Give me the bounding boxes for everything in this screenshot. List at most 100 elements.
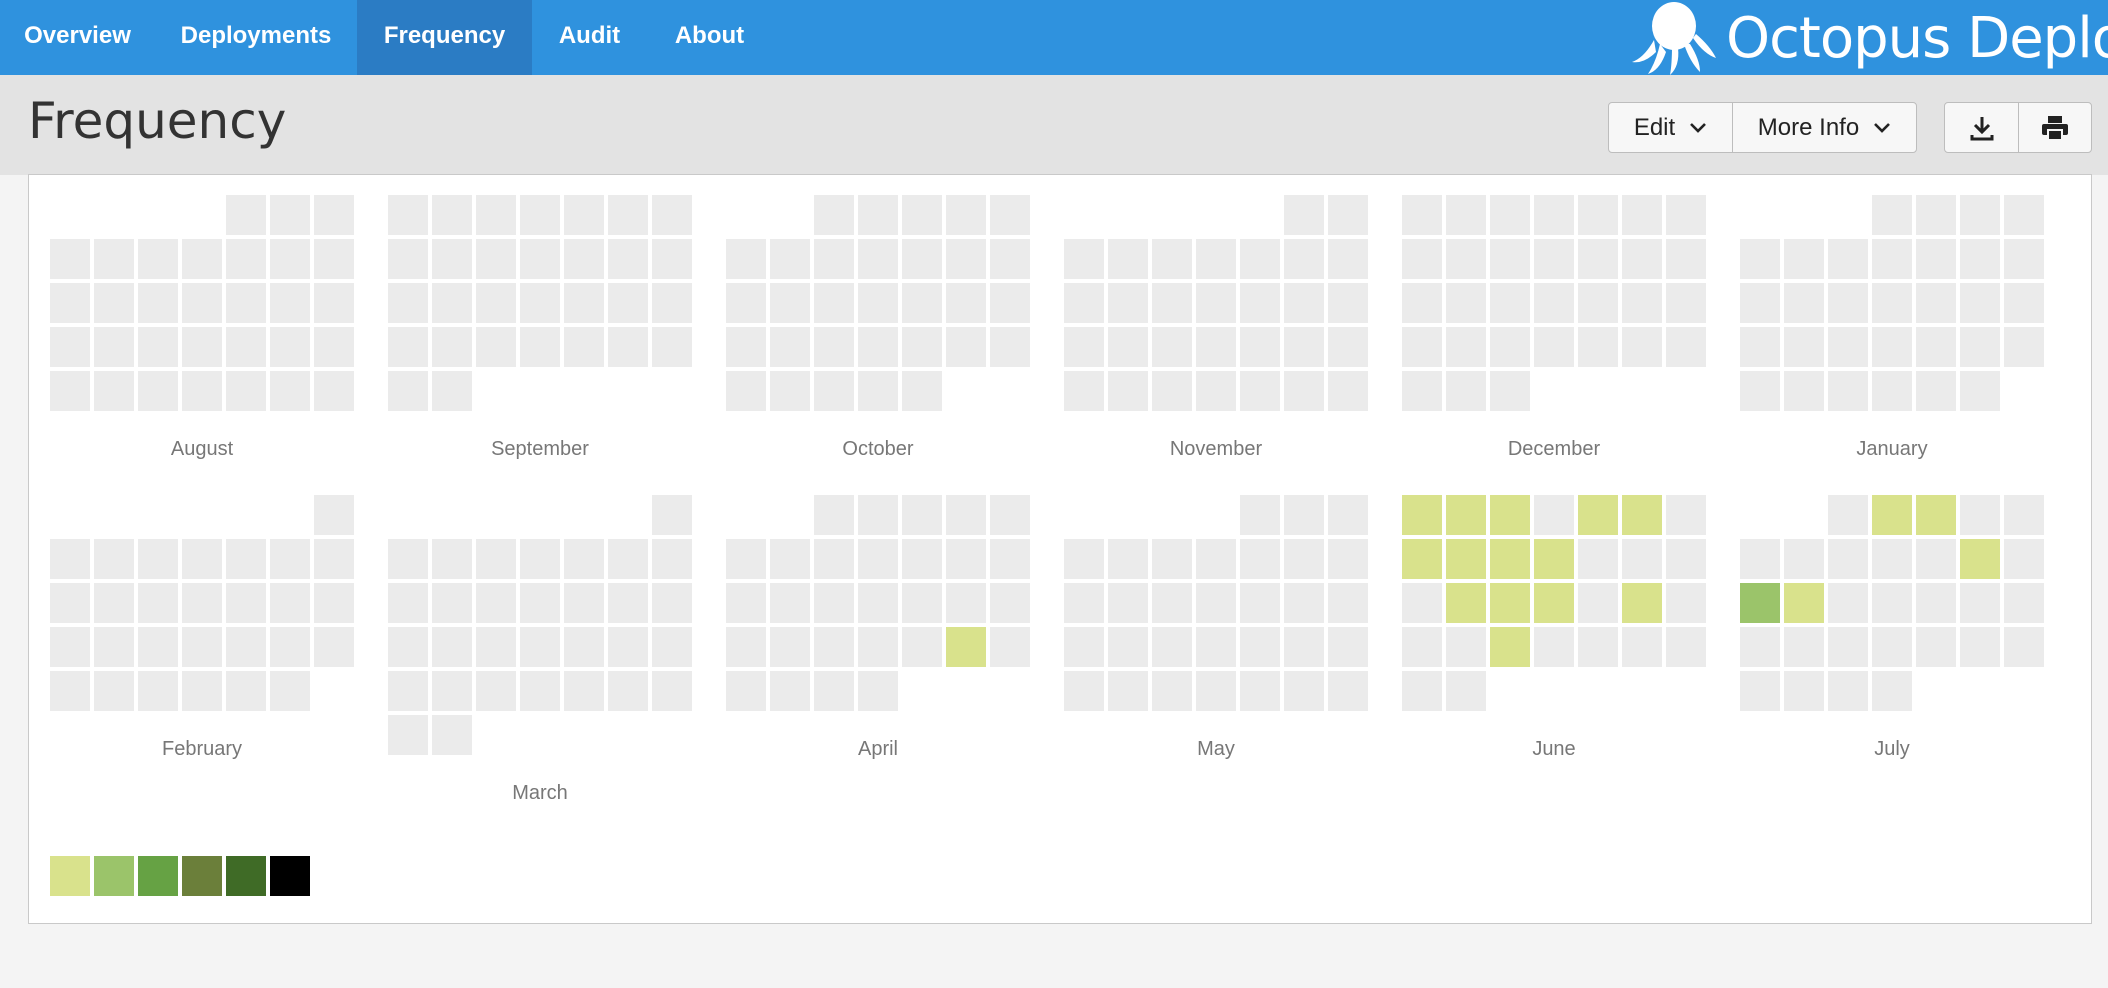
tab-overview[interactable]: Overview (0, 0, 155, 75)
day-cell[interactable] (1916, 539, 1956, 579)
day-cell[interactable] (1196, 583, 1236, 623)
day-cell[interactable] (432, 327, 472, 367)
day-cell[interactable] (1284, 283, 1324, 323)
day-cell[interactable] (50, 283, 90, 323)
day-cell[interactable] (1328, 195, 1368, 235)
day-cell[interactable] (182, 239, 222, 279)
day-cell[interactable] (990, 539, 1030, 579)
day-cell[interactable] (270, 371, 310, 411)
day-cell[interactable] (520, 539, 560, 579)
day-cell[interactable] (608, 583, 648, 623)
day-cell[interactable] (1872, 327, 1912, 367)
download-button[interactable] (1944, 102, 2019, 153)
day-cell[interactable] (314, 583, 354, 623)
day-cell[interactable] (1784, 239, 1824, 279)
day-cell[interactable] (1872, 539, 1912, 579)
day-cell[interactable] (1446, 495, 1486, 535)
day-cell[interactable] (946, 283, 986, 323)
day-cell[interactable] (520, 627, 560, 667)
day-cell[interactable] (1740, 327, 1780, 367)
day-cell[interactable] (476, 327, 516, 367)
day-cell[interactable] (858, 583, 898, 623)
day-cell[interactable] (1960, 239, 2000, 279)
day-cell[interactable] (1196, 671, 1236, 711)
day-cell[interactable] (1666, 239, 1706, 279)
day-cell[interactable] (564, 239, 604, 279)
day-cell[interactable] (608, 195, 648, 235)
day-cell[interactable] (1240, 583, 1280, 623)
day-cell[interactable] (388, 539, 428, 579)
day-cell[interactable] (1446, 627, 1486, 667)
day-cell[interactable] (1960, 195, 2000, 235)
day-cell[interactable] (858, 327, 898, 367)
day-cell[interactable] (902, 195, 942, 235)
day-cell[interactable] (432, 195, 472, 235)
day-cell[interactable] (1328, 327, 1368, 367)
day-cell[interactable] (1240, 283, 1280, 323)
day-cell[interactable] (476, 195, 516, 235)
day-cell[interactable] (138, 327, 178, 367)
day-cell[interactable] (652, 671, 692, 711)
day-cell[interactable] (1152, 671, 1192, 711)
day-cell[interactable] (1828, 371, 1868, 411)
day-cell[interactable] (1666, 195, 1706, 235)
day-cell[interactable] (226, 283, 266, 323)
day-cell[interactable] (1960, 627, 2000, 667)
day-cell[interactable] (652, 239, 692, 279)
day-cell[interactable] (1152, 283, 1192, 323)
day-cell[interactable] (858, 627, 898, 667)
day-cell[interactable] (1240, 327, 1280, 367)
day-cell[interactable] (564, 327, 604, 367)
day-cell[interactable] (270, 327, 310, 367)
day-cell[interactable] (138, 539, 178, 579)
day-cell[interactable] (138, 627, 178, 667)
day-cell[interactable] (1534, 495, 1574, 535)
day-cell[interactable] (1872, 627, 1912, 667)
day-cell[interactable] (1402, 195, 1442, 235)
day-cell[interactable] (608, 327, 648, 367)
day-cell[interactable] (770, 283, 810, 323)
day-cell[interactable] (1284, 583, 1324, 623)
day-cell[interactable] (1402, 627, 1442, 667)
day-cell[interactable] (990, 195, 1030, 235)
day-cell[interactable] (1960, 283, 2000, 323)
day-cell[interactable] (1916, 495, 1956, 535)
day-cell[interactable] (1784, 627, 1824, 667)
day-cell[interactable] (858, 671, 898, 711)
day-cell[interactable] (1402, 495, 1442, 535)
day-cell[interactable] (388, 671, 428, 711)
day-cell[interactable] (1108, 671, 1148, 711)
day-cell[interactable] (1064, 583, 1104, 623)
day-cell[interactable] (1740, 371, 1780, 411)
day-cell[interactable] (1578, 583, 1618, 623)
tab-audit[interactable]: Audit (532, 0, 647, 75)
day-cell[interactable] (388, 627, 428, 667)
day-cell[interactable] (1152, 371, 1192, 411)
day-cell[interactable] (1240, 239, 1280, 279)
day-cell[interactable] (388, 715, 428, 755)
day-cell[interactable] (990, 239, 1030, 279)
day-cell[interactable] (1446, 327, 1486, 367)
day-cell[interactable] (1960, 583, 2000, 623)
day-cell[interactable] (1740, 627, 1780, 667)
day-cell[interactable] (270, 195, 310, 235)
day-cell[interactable] (1784, 539, 1824, 579)
day-cell[interactable] (1740, 239, 1780, 279)
day-cell[interactable] (1578, 627, 1618, 667)
day-cell[interactable] (314, 495, 354, 535)
day-cell[interactable] (1490, 583, 1530, 623)
day-cell[interactable] (770, 583, 810, 623)
day-cell[interactable] (770, 627, 810, 667)
day-cell[interactable] (50, 627, 90, 667)
day-cell[interactable] (608, 283, 648, 323)
day-cell[interactable] (476, 239, 516, 279)
day-cell[interactable] (726, 583, 766, 623)
day-cell[interactable] (1490, 239, 1530, 279)
day-cell[interactable] (902, 327, 942, 367)
day-cell[interactable] (1534, 583, 1574, 623)
day-cell[interactable] (476, 583, 516, 623)
day-cell[interactable] (226, 583, 266, 623)
day-cell[interactable] (1828, 671, 1868, 711)
day-cell[interactable] (990, 583, 1030, 623)
day-cell[interactable] (1872, 371, 1912, 411)
